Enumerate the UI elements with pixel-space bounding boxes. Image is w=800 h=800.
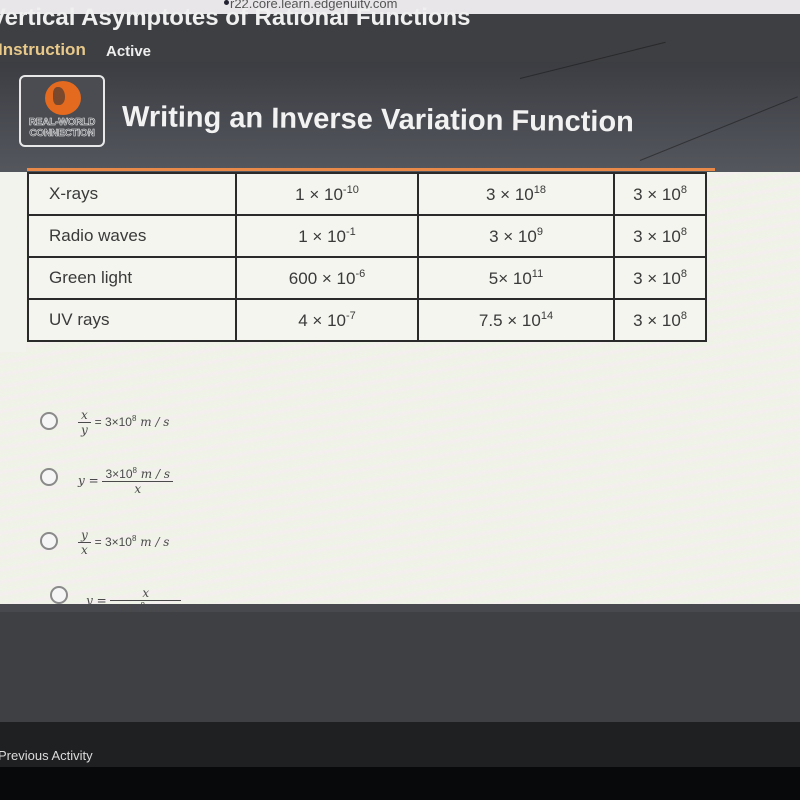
choice-b[interactable]: y = 3×108 m / sx (38, 466, 338, 518)
speed-cell: 3 × 108 (613, 298, 707, 342)
speed-cell-base: 3 × 10 (633, 268, 681, 288)
table-row: X-rays 1 × 10-10 3 × 1018 3 × 108 (27, 172, 707, 216)
table-row: UV rays 4 × 10-7 7.5 × 1014 3 × 108 (27, 298, 707, 342)
wave-name-cell: UV rays (27, 298, 237, 342)
content-area: X-rays 1 × 10-10 3 × 1018 3 × 108 Radio wave… (0, 168, 800, 657)
rhs-unit: m / s (136, 415, 170, 429)
speed-cell-exponent: 8 (680, 267, 687, 280)
wave-name-cell: Green light (27, 256, 237, 300)
fraction-numerator: x (110, 586, 181, 601)
real-world-connection-logo: REAL-WORLD CONNECTION (19, 75, 105, 147)
frequency-cell: 3 × 1018 (417, 172, 615, 216)
nav-instruction[interactable]: Instruction (0, 40, 86, 60)
table-row: Radio waves 1 × 10-1 3 × 109 3 × 108 (27, 214, 707, 258)
wavelength-cell: 600 × 10-6 (235, 256, 419, 300)
frequency-cell-exponent: 14 (540, 309, 554, 322)
screen: r22.core.learn.edgenuity.com Vertical As… (0, 0, 800, 800)
fraction-numerator: x (78, 408, 91, 423)
frequency-cell-base: 3 × 10 (486, 184, 534, 204)
wavelength-cell-exponent: -1 (345, 225, 356, 238)
radio-button[interactable] (40, 468, 58, 486)
globe-icon (45, 81, 81, 115)
fraction-numerator: y (78, 528, 91, 543)
speed-cell: 3 × 108 (613, 256, 707, 300)
speed-cell-exponent: 8 (680, 309, 687, 322)
logo-line2: CONNECTION (29, 128, 95, 140)
fraction-denominator: y (81, 423, 88, 437)
lhs: y = (86, 593, 107, 608)
choice-c[interactable]: yx = 3×108 m / s (38, 528, 338, 582)
wavelength-cell: 1 × 10-1 (235, 214, 419, 258)
speed-cell-base: 3 × 10 (633, 310, 681, 330)
fraction-denominator: x (81, 543, 88, 557)
frequency-cell-exponent: 9 (536, 225, 543, 238)
speed-cell-base: 3 × 10 (633, 226, 681, 246)
numerator-unit: m / s (136, 467, 170, 481)
monitor-bezel (0, 767, 800, 800)
rhs-base: = 3×10 (94, 415, 132, 429)
wavelength-cell-base: 1 × 10 (298, 226, 346, 246)
speed-cell: 3 × 108 (613, 172, 707, 216)
rhs-base: = 3×10 (94, 535, 132, 549)
wave-data-table: X-rays 1 × 10-10 3 × 1018 3 × 108 Radio wave… (27, 172, 707, 342)
frequency-cell-base: 5× 10 (488, 268, 532, 288)
frequency-cell: 5× 1011 (417, 256, 615, 300)
frequency-cell: 7.5 × 1014 (417, 298, 615, 342)
numerator-base: 3×10 (105, 467, 133, 481)
wavelength-cell-exponent: -6 (355, 267, 366, 280)
frequency-cell-base: 7.5 × 10 (478, 310, 541, 330)
radio-button[interactable] (50, 586, 68, 604)
logo-line1: REAL-WORLD (28, 117, 96, 129)
wavelength-cell-base: 600 × 10 (288, 268, 356, 288)
nav-active[interactable]: Active (106, 43, 151, 60)
wavelength-cell: 4 × 10-7 (235, 298, 419, 342)
previous-activity-link[interactable]: Previous Activity (0, 748, 93, 763)
choice-a[interactable]: xy = 3×108 m / s (38, 408, 338, 462)
radio-button[interactable] (40, 412, 58, 430)
lhs: y = (78, 473, 99, 488)
course-title: Vertical Asymptotes of Rational Function… (0, 4, 471, 31)
radio-button[interactable] (40, 532, 58, 550)
rhs-unit: m / s (136, 535, 170, 549)
wavelength-cell: 1 × 10-10 (235, 172, 419, 216)
status-bar: Previous Activity (0, 722, 800, 767)
frequency-cell-exponent: 18 (533, 183, 546, 196)
wave-name-cell: Radio waves (27, 214, 237, 258)
lower-panel (0, 612, 800, 722)
frequency-cell-base: 3 × 10 (489, 226, 537, 246)
wavelength-cell-base: 1 × 10 (295, 184, 343, 204)
table-row: Green light 600 × 10-6 5× 1011 3 × 108 (27, 256, 707, 300)
wavelength-cell-exponent: -7 (345, 309, 356, 322)
content-margin (0, 172, 26, 352)
wave-name-cell: X-rays (27, 172, 237, 216)
speed-cell-exponent: 8 (680, 225, 687, 238)
wavelength-cell-exponent: -10 (342, 183, 359, 196)
table-top-rule (27, 168, 715, 171)
frequency-cell-exponent: 11 (531, 267, 544, 280)
fraction-denominator: x (134, 482, 142, 496)
speed-cell-base: 3 × 10 (633, 184, 681, 204)
lesson-header: REAL-WORLD CONNECTION Writing an Inverse… (0, 62, 800, 174)
speed-cell-exponent: 8 (680, 183, 687, 196)
lesson-title: Writing an Inverse Variation Function (121, 101, 635, 139)
speed-cell: 3 × 108 (613, 214, 707, 258)
frequency-cell: 3 × 109 (417, 214, 615, 258)
wavelength-cell-base: 4 × 10 (298, 310, 346, 330)
